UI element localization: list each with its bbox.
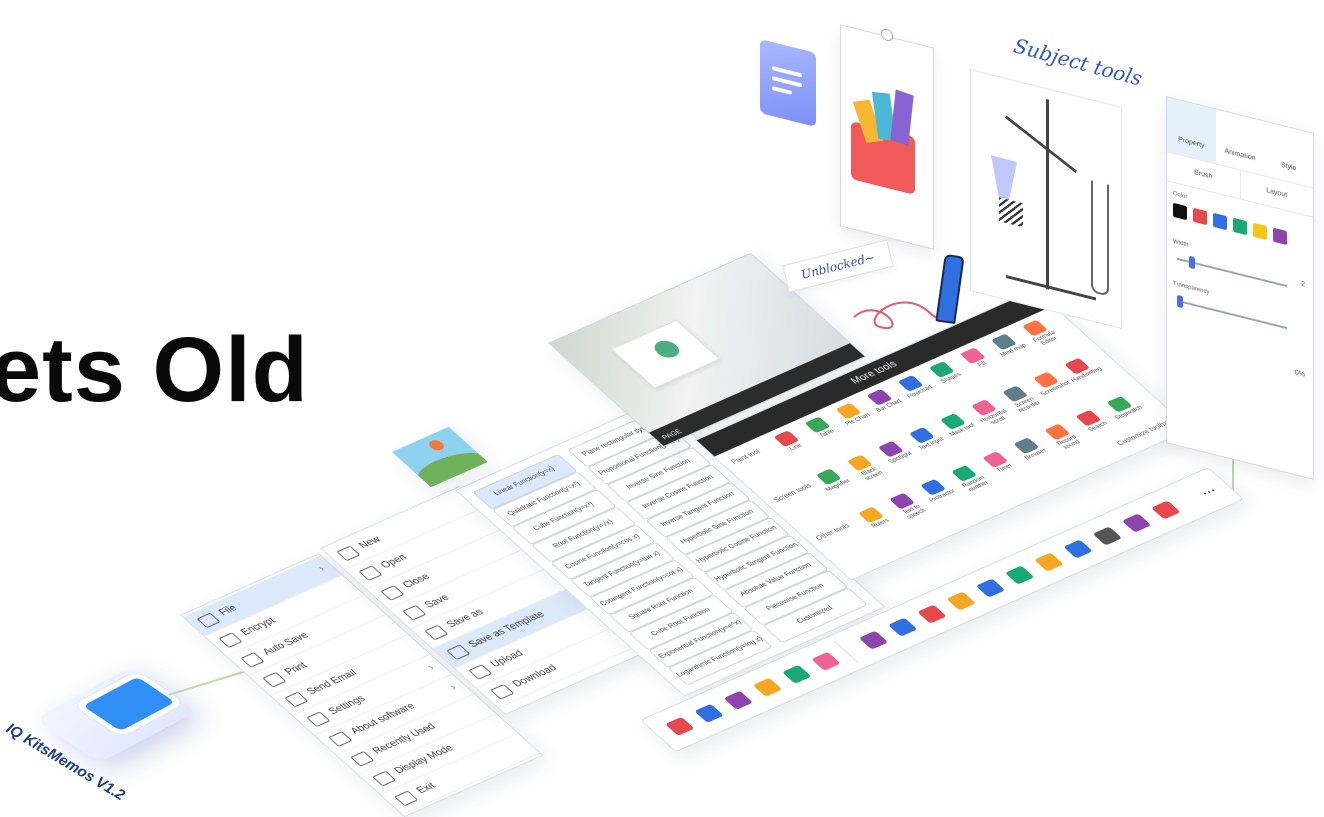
folder-icon — [760, 39, 816, 127]
submenu-item-icon — [336, 545, 361, 562]
subject-tools-label: Subject tools — [1011, 33, 1145, 91]
transparency-slider[interactable] — [1177, 299, 1287, 330]
menu-item-label: Encrypt — [238, 615, 279, 638]
redo-icon[interactable] — [1034, 552, 1064, 572]
grid-icon[interactable] — [723, 690, 754, 710]
briefcase-icon[interactable] — [752, 677, 783, 697]
stamp-icon[interactable] — [811, 651, 841, 671]
flask-icon — [991, 155, 1017, 201]
document-image — [610, 319, 721, 389]
sun-icon — [426, 438, 447, 453]
menu-item-icon — [262, 671, 287, 688]
screen-icon[interactable] — [1151, 500, 1181, 520]
headline: ets Old — [0, 319, 309, 421]
chart-circle-icon — [649, 337, 685, 361]
width-slider-knob[interactable] — [1189, 255, 1195, 270]
transparency-slider-knob[interactable] — [1177, 294, 1183, 309]
submenu-item-icon — [380, 585, 405, 601]
menu-item-icon — [394, 790, 419, 807]
pointer-icon[interactable] — [858, 630, 889, 650]
menu-item-icon — [284, 691, 309, 708]
tab-animation-label: Animation — [1224, 147, 1256, 163]
submenu-item-label: Open — [378, 552, 410, 571]
submenu-item-icon — [468, 664, 493, 680]
menu-item-label: Print — [282, 660, 311, 678]
section-label: Screen tools — [772, 482, 814, 504]
tab-property-label: Property — [1178, 136, 1205, 150]
eraser-icon[interactable] — [917, 604, 947, 624]
chevron-right-icon: › — [447, 682, 460, 693]
menu-item-icon — [306, 711, 331, 728]
submenu-item-icon — [490, 683, 515, 700]
zoom-value: 0% — [1294, 369, 1305, 379]
section-label: Paint tool — [730, 448, 763, 466]
chevron-right-icon: › — [315, 564, 328, 574]
menu-item-label: Exit — [414, 780, 439, 796]
submenu-item-label: Save — [422, 592, 453, 611]
hand-icon[interactable] — [946, 591, 976, 611]
palette-card — [840, 24, 934, 250]
transparency-label: Transparency — [1173, 280, 1210, 296]
menu-item-icon — [350, 750, 375, 767]
submenu-item-icon — [446, 644, 471, 661]
color-swatch[interactable] — [1173, 202, 1187, 221]
tab-style-label: Style — [1280, 161, 1297, 173]
home-icon[interactable] — [694, 703, 724, 723]
text-icon[interactable] — [1092, 526, 1123, 546]
calculator-icon[interactable] — [665, 716, 695, 736]
color-label: Color — [1173, 190, 1188, 201]
color-swatch[interactable] — [1193, 207, 1207, 226]
properties-panel: Property Animation Style Brush Layout Co… — [1166, 96, 1314, 480]
width-label: Width — [1173, 238, 1189, 249]
check-icon[interactable] — [1004, 565, 1035, 585]
pen-icon[interactable] — [887, 617, 918, 637]
menu-item-icon — [240, 652, 265, 668]
menu-item-icon — [372, 770, 397, 787]
undo-icon[interactable] — [975, 578, 1006, 598]
submenu-item-icon — [358, 565, 383, 581]
swatch-fan-icon — [851, 73, 921, 200]
menu-item-icon — [218, 632, 243, 648]
submenu-item-icon — [424, 624, 449, 641]
customize-toolbar-link[interactable]: Customize toolbar — [1116, 419, 1173, 447]
lab-equipment-card — [970, 69, 1122, 329]
chevron-right-icon: › — [425, 663, 438, 673]
submenu-item-label: Close — [400, 571, 433, 591]
menu-item-icon — [328, 731, 353, 747]
document-icon[interactable] — [782, 664, 812, 684]
width-value: 2 — [1301, 280, 1305, 289]
submenu-item-icon — [402, 604, 427, 621]
color-swatch[interactable] — [1253, 222, 1267, 241]
send-icon[interactable] — [1063, 539, 1093, 559]
more-icon[interactable]: ... — [1193, 480, 1220, 499]
menu-item-icon — [196, 612, 221, 629]
photo-toolbar-label: PAGE — [660, 428, 684, 442]
submenu-item-label: Upload — [488, 648, 527, 670]
submenu-item-label: New — [356, 534, 384, 551]
menu-item-label: File — [216, 603, 241, 618]
rotate-handle[interactable] — [881, 27, 893, 43]
color-swatch[interactable] — [1233, 217, 1247, 236]
section-label: Other tools — [814, 522, 852, 542]
select-icon[interactable] — [1121, 513, 1152, 533]
color-swatch[interactable] — [1213, 212, 1227, 231]
color-swatch[interactable] — [1273, 227, 1287, 246]
image-card — [392, 426, 488, 488]
